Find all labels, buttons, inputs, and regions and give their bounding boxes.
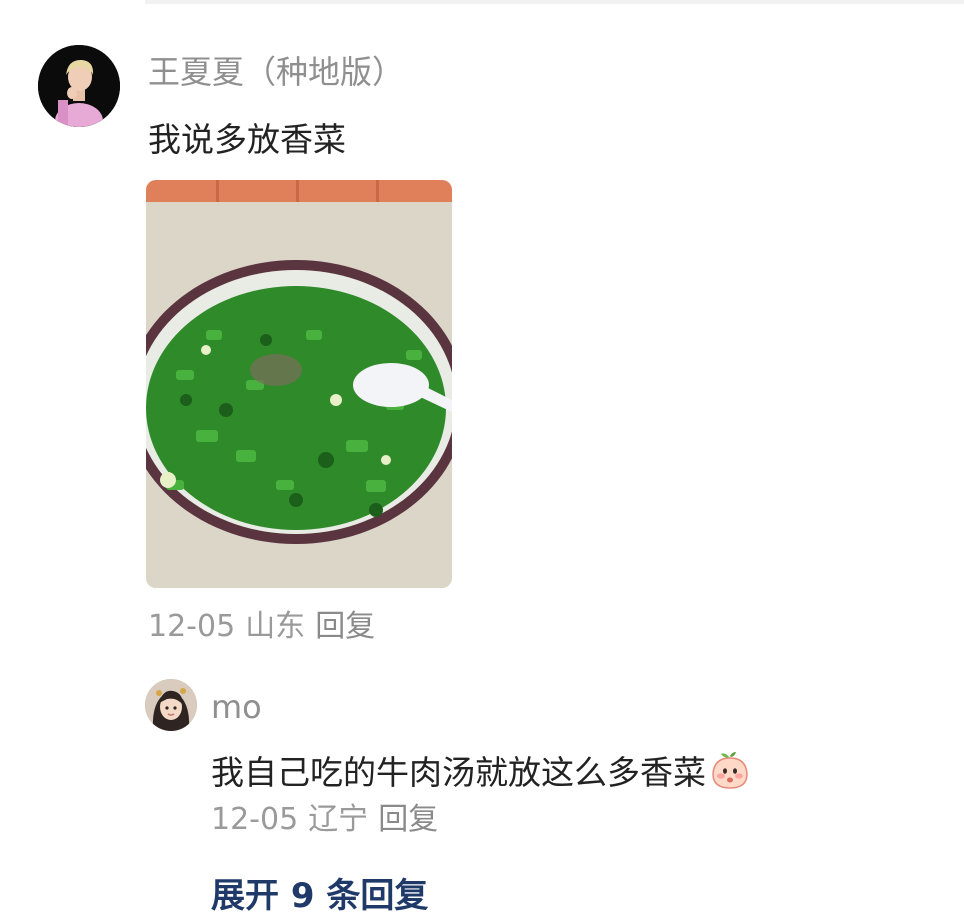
commenter-username[interactable]: 王夏夏（种地版）	[148, 52, 404, 92]
comment-location: 山东	[245, 609, 306, 644]
top-divider	[145, 0, 964, 4]
commenter-avatar-image	[38, 45, 120, 127]
reply-reply-button[interactable]: 回复	[378, 802, 438, 837]
comment-reply-button[interactable]: 回复	[315, 609, 375, 644]
expand-replies-link[interactable]: 展开 9 条回复	[211, 872, 428, 920]
peach-face-icon	[712, 752, 748, 789]
replier-avatar[interactable]	[145, 679, 197, 731]
reply-location: 辽宁	[308, 802, 369, 837]
comment-date: 12-05	[148, 609, 236, 644]
comment-text: 我说多放香菜	[148, 120, 346, 159]
comment-meta: 12-05 山东 回复	[148, 607, 385, 647]
reply-text-line: 我自己吃的牛肉汤就放这么多香菜	[211, 748, 752, 795]
commenter-avatar[interactable]	[38, 45, 120, 127]
beef-soup-photo	[146, 180, 452, 588]
reply-text: 我自己吃的牛肉汤就放这么多香菜	[211, 753, 706, 792]
reply-meta: 12-05 辽宁 回复	[211, 800, 448, 840]
comment-photo[interactable]	[146, 180, 452, 588]
replier-username[interactable]: mo	[211, 687, 262, 727]
reply-date: 12-05	[211, 802, 299, 837]
replier-avatar-image	[145, 679, 197, 731]
